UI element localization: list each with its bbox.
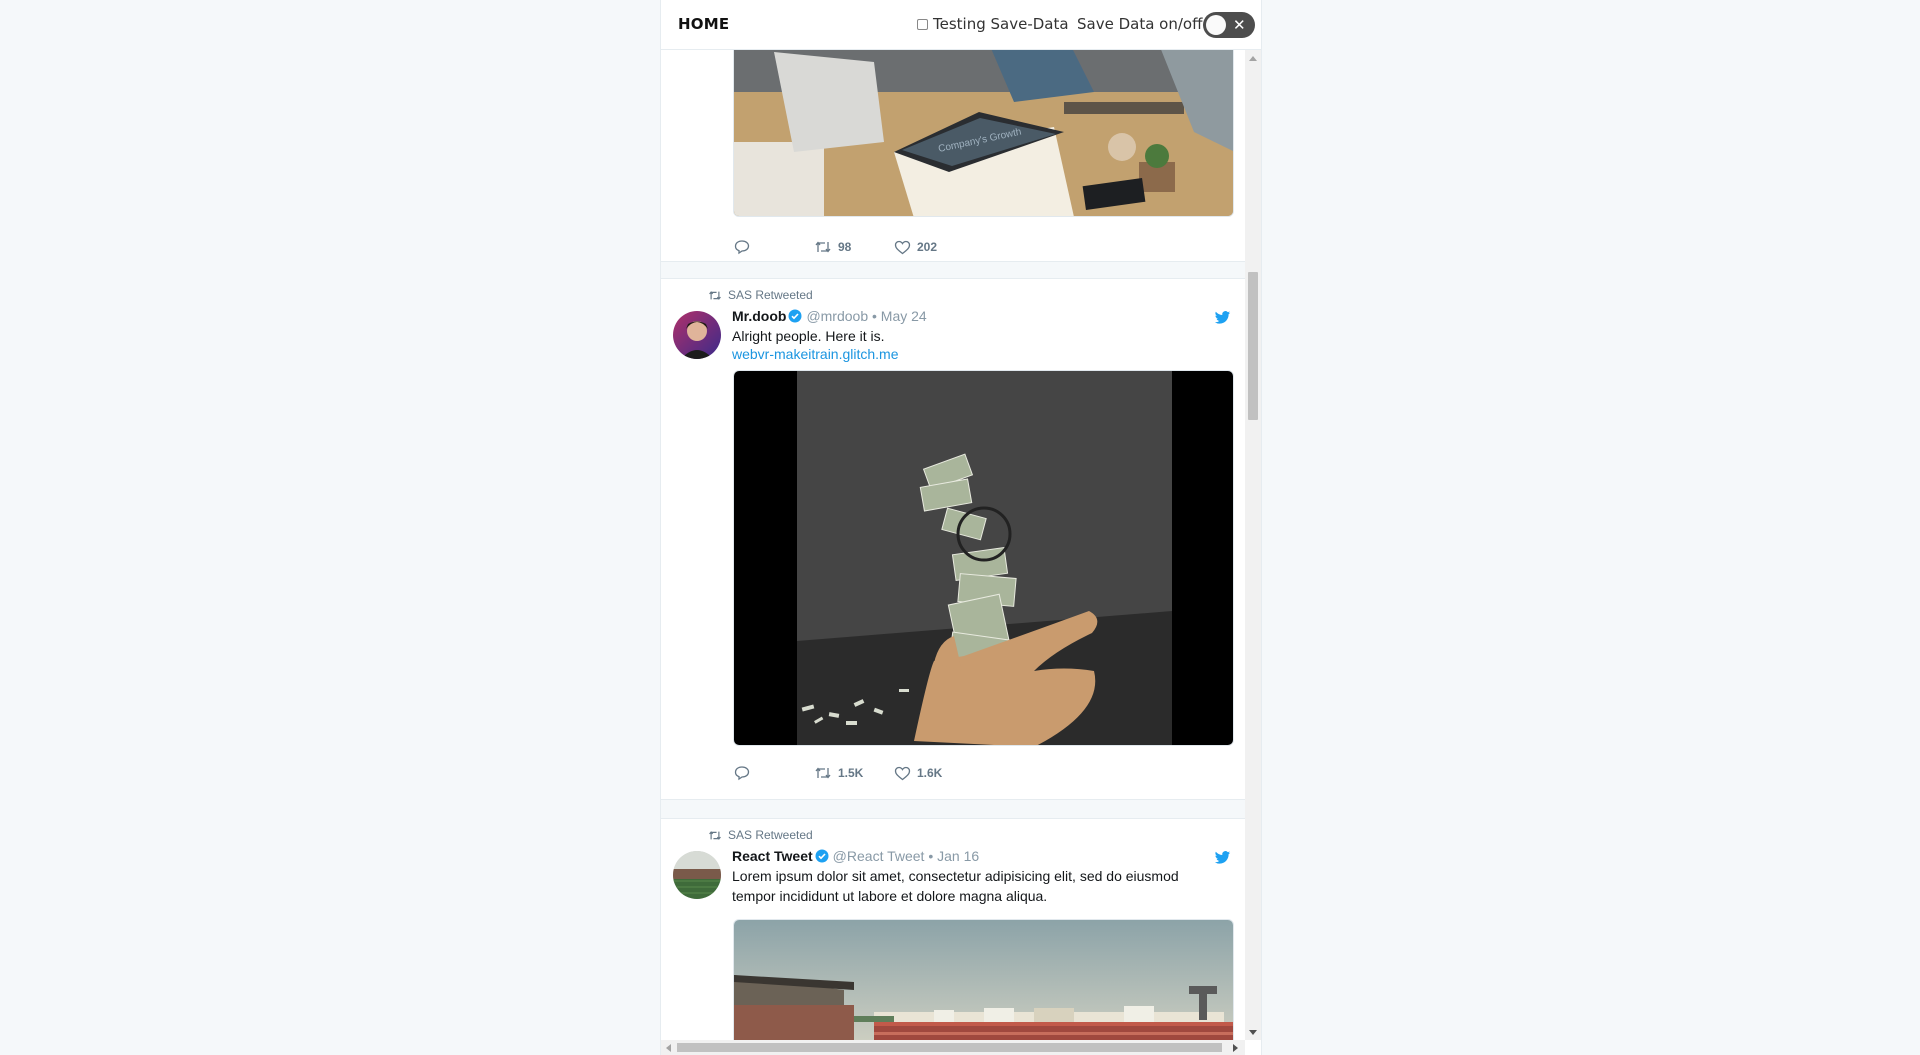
retweet-icon xyxy=(815,767,831,779)
scroll-up-arrow-icon[interactable] xyxy=(1249,56,1257,61)
tweet-actions: 1.5K 1.6K xyxy=(734,765,942,781)
reply-button[interactable] xyxy=(734,765,814,781)
like-count: 202 xyxy=(917,240,938,254)
office-photo: Company's Growth xyxy=(734,50,1233,216)
tweet-text: Alright people. Here it is. xyxy=(732,328,885,344)
retweet-count: 1.5K xyxy=(838,766,864,780)
horizontal-scrollbar[interactable] xyxy=(661,1040,1245,1055)
avatar[interactable] xyxy=(673,311,721,359)
toggle-knob xyxy=(1206,15,1226,35)
horizontal-scroll-thumb[interactable] xyxy=(677,1043,1222,1052)
author-name[interactable]: React Tweet xyxy=(732,848,813,864)
tweet-author: React Tweet @React Tweet • Jan 16 xyxy=(732,848,979,864)
avatar[interactable] xyxy=(673,851,721,899)
retweet-context: SAS Retweeted xyxy=(708,828,813,842)
testing-save-data-checkbox[interactable] xyxy=(917,18,928,30)
heart-icon xyxy=(894,766,911,780)
app-window: HOME Testing Save-Data Save Data on/off … xyxy=(660,0,1262,1055)
author-handle-date: @React Tweet • Jan 16 xyxy=(832,848,980,864)
tweet-card: SAS Retweeted Mr.doob @mrdoob • May 24 A… xyxy=(661,278,1245,800)
avatar-image xyxy=(673,311,721,359)
reply-button[interactable] xyxy=(734,239,814,255)
scroll-down-arrow-icon[interactable] xyxy=(1249,1030,1257,1035)
tweet-actions: 98 202 xyxy=(734,239,937,255)
save-data-toggle[interactable]: ✕ xyxy=(1203,12,1255,38)
tweet-card: Company's Growth 98 202 xyxy=(661,50,1245,262)
avatar-image xyxy=(673,851,721,899)
retweet-button[interactable]: 98 xyxy=(814,240,894,254)
verified-badge-icon xyxy=(788,309,802,323)
retweet-context-icon xyxy=(709,290,721,300)
verified-badge-icon xyxy=(815,849,829,863)
reply-icon xyxy=(734,766,750,781)
top-header: HOME Testing Save-Data Save Data on/off … xyxy=(661,0,1261,50)
retweet-icon xyxy=(815,241,831,253)
author-name[interactable]: Mr.doob xyxy=(732,308,786,324)
stadium-photo xyxy=(734,920,1233,1040)
like-count: 1.6K xyxy=(917,766,943,780)
tweet-text: Lorem ipsum dolor sit amet, consectetur … xyxy=(732,868,1179,904)
like-button[interactable]: 1.6K xyxy=(894,766,942,781)
tweet-link[interactable]: webvr-makeitrain.glitch.me xyxy=(732,346,899,362)
toggle-off-icon: ✕ xyxy=(1233,16,1246,34)
retweet-context-icon xyxy=(709,830,721,840)
retweet-count: 98 xyxy=(838,240,852,254)
tweet-card: SAS Retweeted React Tweet @React Tweet •… xyxy=(661,818,1245,1040)
testing-save-data-label: Testing Save-Data xyxy=(933,15,1069,33)
like-button[interactable]: 202 xyxy=(894,240,937,255)
retweet-context: SAS Retweeted xyxy=(708,288,813,302)
tweet-author: Mr.doob @mrdoob • May 24 xyxy=(732,308,927,324)
vr-scene-image xyxy=(734,371,1233,745)
author-handle-date: @mrdoob • May 24 xyxy=(806,308,927,324)
vertical-scrollbar[interactable] xyxy=(1245,50,1261,1040)
save-data-label: Save Data on/off xyxy=(1077,15,1203,33)
home-title[interactable]: HOME xyxy=(678,15,729,33)
testing-save-data-control[interactable]: Testing Save-Data xyxy=(917,15,1069,33)
scroll-right-arrow-icon[interactable] xyxy=(1233,1044,1238,1052)
retweet-button[interactable]: 1.5K xyxy=(814,766,894,780)
tweet-feed[interactable]: Company's Growth 98 202 SAS Retweeted Mr… xyxy=(661,50,1245,1040)
scroll-left-arrow-icon[interactable] xyxy=(666,1044,671,1052)
heart-icon xyxy=(894,240,911,254)
twitter-bird-icon[interactable] xyxy=(1214,311,1231,325)
vertical-scroll-thumb[interactable] xyxy=(1248,272,1258,420)
twitter-bird-icon[interactable] xyxy=(1214,851,1231,865)
tweet-media-image[interactable]: Company's Growth xyxy=(733,50,1234,217)
retweeted-by-label: SAS Retweeted xyxy=(728,288,813,302)
reply-icon xyxy=(734,240,750,255)
retweeted-by-label: SAS Retweeted xyxy=(728,828,813,842)
tweet-media-video[interactable] xyxy=(733,370,1234,746)
tweet-media-image[interactable] xyxy=(733,919,1234,1040)
